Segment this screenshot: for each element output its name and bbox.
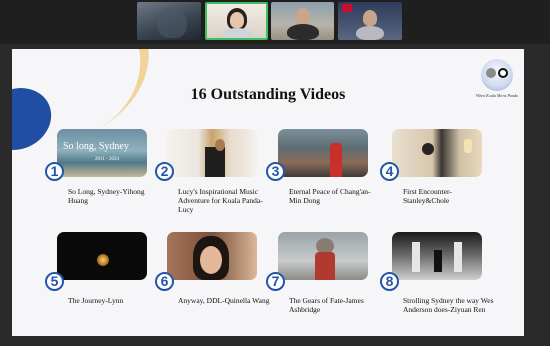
video-number-badge: 1: [45, 162, 64, 181]
video-number-badge: 7: [266, 272, 285, 291]
video-caption: Lucy's Inspirational Music Adventure for…: [178, 187, 263, 214]
logo-text: When Koala Meets Panda: [476, 93, 518, 98]
participant-face: [296, 8, 310, 24]
video-thumbnail-4[interactable]: [392, 129, 482, 177]
figure-shape: [422, 143, 434, 155]
video-caption: Eternal Peace of Chang'an-Min Dong: [289, 187, 371, 205]
light-shape: [97, 254, 109, 266]
video-caption: Anyway, DDL-Quinella Wang: [178, 296, 270, 305]
figure-shape: [330, 143, 342, 177]
participant-face: [230, 12, 244, 28]
participant-video-2[interactable]: [205, 2, 268, 40]
figure-shape: [434, 250, 442, 272]
lamp-shape: [464, 139, 472, 153]
participant-silhouette: [157, 8, 187, 38]
column-shape: [412, 242, 420, 272]
video-number-badge: 3: [266, 162, 285, 181]
participant-video-3[interactable]: [271, 2, 334, 40]
video-thumbnail-2[interactable]: [167, 129, 257, 177]
video-thumbnail-5[interactable]: [57, 232, 147, 280]
koala-icon: [486, 68, 496, 78]
video-number-badge: 6: [155, 272, 174, 291]
participant-shirt: [287, 24, 319, 40]
video-caption: First Encounter-Stanley&Chole: [403, 187, 452, 205]
video-thumbnail-8[interactable]: [392, 232, 482, 280]
video-thumbnail-6[interactable]: [167, 232, 257, 280]
video-number-badge: 8: [380, 272, 399, 291]
video-caption: The Gears of Fate-James Ashbridge: [289, 296, 364, 314]
video-caption: Strolling Sydney the way Wes Anderson do…: [403, 296, 494, 314]
participant-strip: [0, 0, 550, 44]
thumbnail-years: 2011 - 2024: [95, 157, 119, 162]
video-number-badge: 5: [45, 272, 64, 291]
flag-icon: [342, 4, 352, 12]
participant-shirt: [356, 26, 384, 40]
video-thumbnail-1[interactable]: So long, Sydney 2011 - 2024: [57, 129, 147, 177]
participant-video-4[interactable]: [338, 2, 402, 40]
koala-panda-logo: When Koala Meets Panda: [476, 59, 518, 99]
video-number-badge: 2: [155, 162, 174, 181]
video-caption: So Long, Sydney-Yihong Huang: [68, 187, 145, 205]
participant-shirt: [222, 28, 252, 38]
panda-icon: [498, 68, 508, 78]
player-shape: [215, 139, 225, 151]
figure-face: [200, 246, 222, 274]
column-shape: [454, 242, 462, 272]
participant-video-1[interactable]: [137, 2, 201, 40]
participant-face: [363, 10, 377, 26]
slide-title: 16 Outstanding Videos: [190, 86, 346, 103]
video-number-badge: 4: [380, 162, 399, 181]
video-caption: The Journey-Lynn: [68, 296, 124, 305]
video-thumbnail-7[interactable]: [278, 232, 368, 280]
koala-body-shape: [315, 252, 335, 280]
thumbnail-title: So long, Sydney: [63, 141, 129, 152]
presentation-slide: 16 Outstanding Videos When Koala Meets P…: [12, 49, 524, 336]
video-thumbnail-3[interactable]: [278, 129, 368, 177]
piano-shape: [205, 147, 225, 177]
